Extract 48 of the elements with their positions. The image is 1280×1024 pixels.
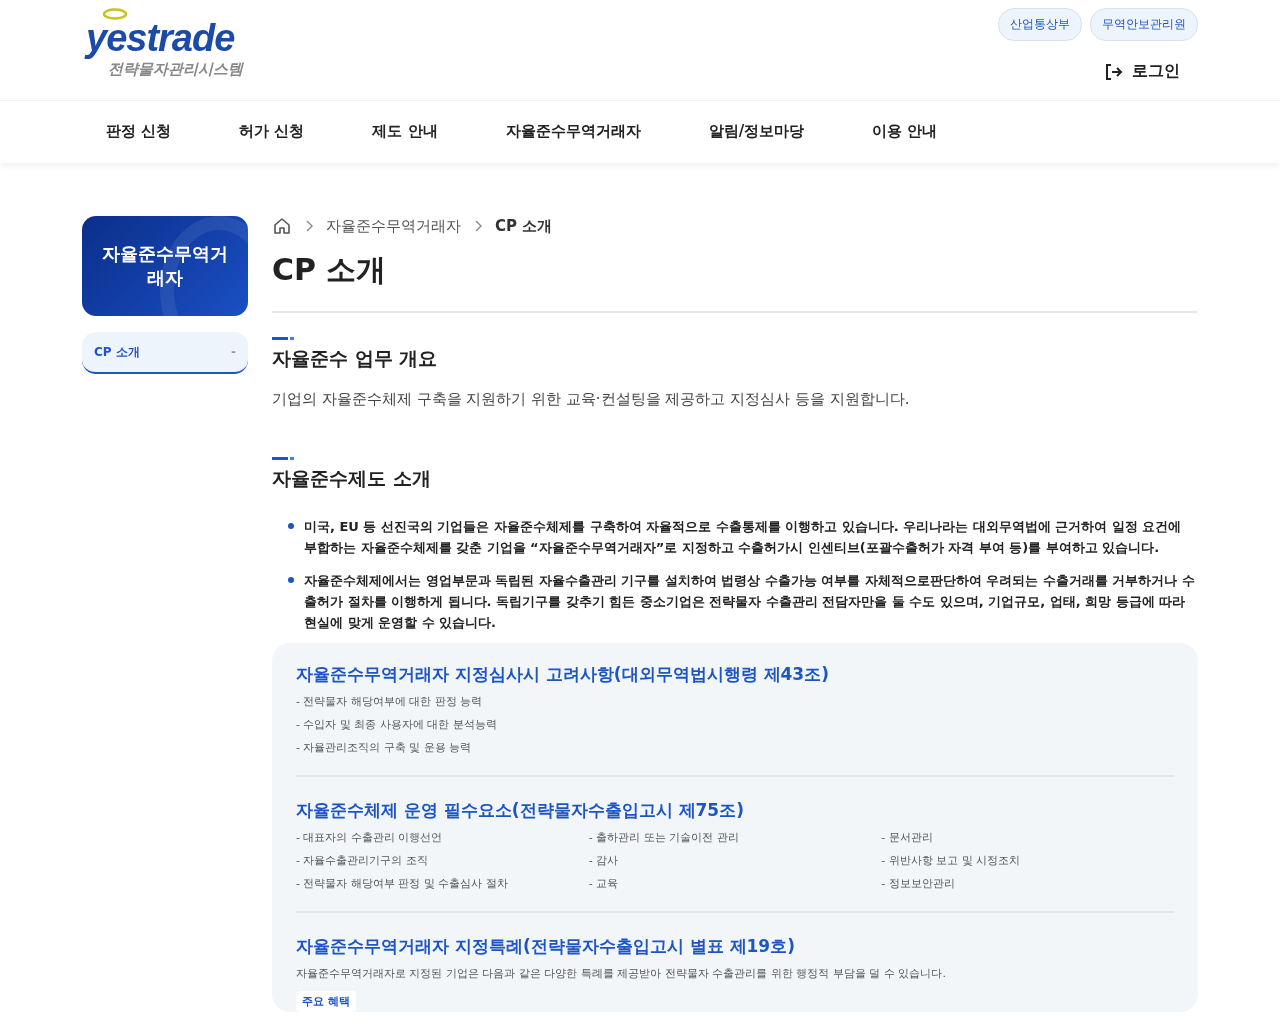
section-heading: 자율준수 업무 개요 [272,346,439,371]
info-list-item: - 전략물자 해당여부 판정 및 수출심사 절차 [296,876,509,891]
page-title: CP 소개 [272,250,1198,313]
info-list-item: - 자율수출관리기구의 조직 [296,853,429,868]
heading-marker-icon [272,457,294,460]
logo-subtitle: 전략물자관리시스템 [108,60,243,79]
info-list-item: - 출하관리 또는 기술이전 관리 [588,830,740,845]
nav-item[interactable]: 자율준수무역거래자 [505,117,641,147]
logo[interactable]: yestrade 전략물자관리시스템 [84,8,243,100]
section-heading: 자율준수제도 소개 [272,466,432,491]
info-list-item: - 전략물자 해당여부에 대한 판정 능력 [296,694,484,709]
home-icon[interactable] [272,216,292,236]
bullet-text: 자율준수체제에서는 영업부문과 독립된 자율수출관리 기구를 설치하여 법령상 수출가능 여부를 자체적으로판단하여 우려되는 수출거래를 거부하거나 수출허가 절차를 이행하게 됩니다. 독립기구를 갖추기 힘든 중소기업은 전략물자 수출관리 전담자만을 둘 수도 있으며, 기업규모, 업태, 희망 등급에 따라 현실에 맞게 운영할 수 있습니다. [304,572,1196,632]
bullet-icon [288,577,294,583]
info-list-item: - 교육 [588,876,620,891]
info-list-item: - 위반사항 보고 및 시정조치 [881,853,1022,868]
bullet-text: 미국, EU 등 선진국의 기업들은 자율준수체제를 구축하여 자율적으로 수출통제를 이행하고 있습니다. 우리나라는 대외무역법에 근거하여 일정 요건에 부합하는 자율준수체제를 갖춘 기업을 “자율준수무역거래자”로 지정하고 수출허가시 인센티브(포괄수출허가 자격 부여 등)를 부여하고 있습니다. [304,518,1183,557]
login-icon [1104,62,1124,81]
bullet-icon [288,523,294,529]
nav-item[interactable]: 알림/정보마당 [708,117,805,147]
info-list-item: - 문서관리 [881,830,934,845]
login-link[interactable]: 로그인 [1104,61,1180,82]
chevron-icon [304,220,314,232]
info-list-item: - 자율관리조직의 구축 및 운용 능력 [296,740,473,755]
info-heading: 자율준수체제 운영 필수요소(전략물자수출입고시 제75조) [296,799,745,822]
nav-item[interactable]: 허가 신청 [239,117,305,147]
sidebar-title: 자율준수무역거래자 [101,242,229,290]
logo-wordmark: yestrade [84,16,236,60]
heading-marker-icon [272,337,294,340]
info-text: 자율준수무역거래자로 지정된 기업은 다음과 같은 다양한 특례를 제공받아 전략물자 수출관리를 위한 행정적 부담을 덜 수 있습니다. [296,966,947,981]
nav-item[interactable]: 판정 신청 [106,117,172,147]
info-list-item: - 수입자 및 최종 사용자에 대한 분석능력 [296,717,498,732]
info-heading: 자율준수무역거래자 지정심사시 고려사항(대외무역법시행령 제43조) [296,663,830,686]
breadcrumb-link[interactable]: 자율준수무역거래자 [326,216,461,236]
sidebar-item[interactable]: CP 소개 - [82,332,248,374]
info-list-item: - 대표자의 수출관리 이행선언 [296,830,444,845]
breadcrumb-link[interactable]: CP 소개 [495,216,553,236]
agency-link[interactable]: 산업통상부 [998,8,1082,41]
chevron-icon [473,220,483,232]
info-heading: 자율준수무역거래자 지정특례(전략물자수출입고시 별표 제19호) [296,935,796,958]
info-list-item: - 정보보안관리 [881,876,956,891]
benefit-label: 주요 혜택 [296,991,356,1012]
nav-item[interactable]: 제도 안내 [372,117,438,147]
section-text: 기업의 자율준수체제 구축을 지원하기 위한 교육·컨설팅을 제공하고 지정심사 등을 지원합니다. [272,390,911,409]
info-list-item: - 감사 [588,853,620,868]
agency-link[interactable]: 무역안보관리원 [1090,8,1198,41]
ring-icon [102,8,128,20]
nav-item[interactable]: 이용 안내 [872,117,938,147]
